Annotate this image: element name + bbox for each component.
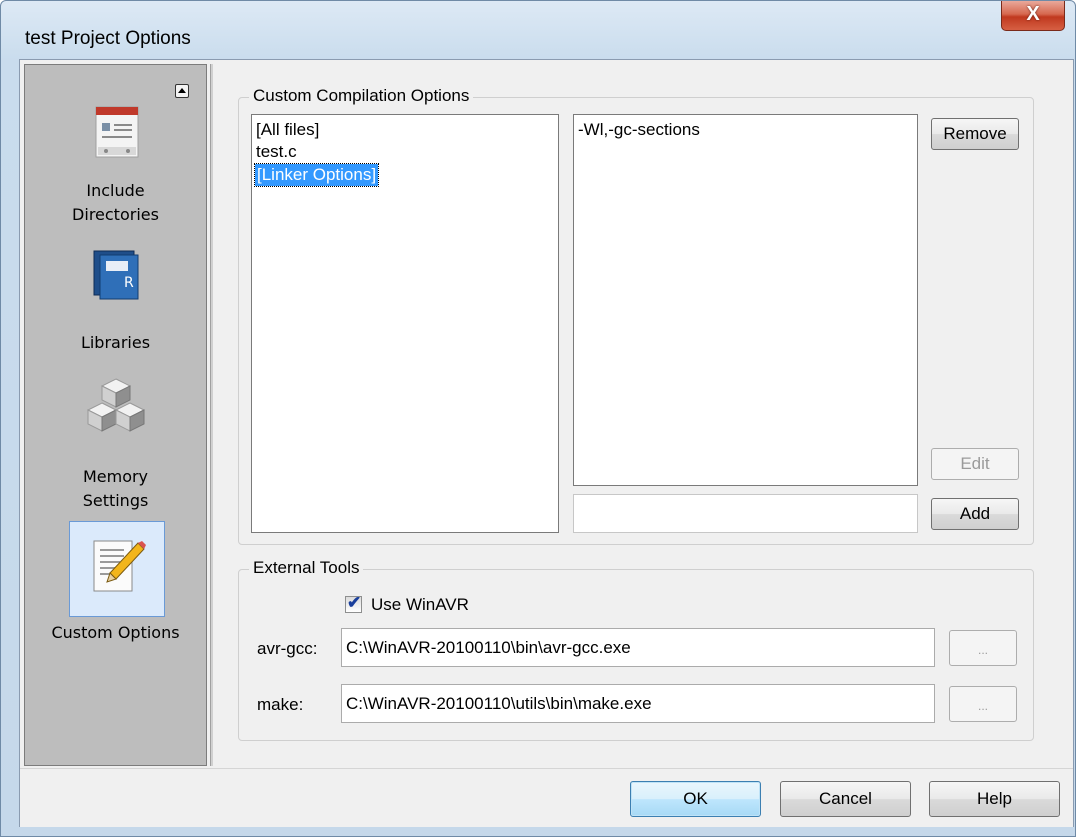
- list-item[interactable]: test.c: [256, 141, 297, 163]
- group-title: Custom Compilation Options: [249, 86, 474, 106]
- sidebar-item-label: Memory: [82, 467, 149, 486]
- svg-text:R: R: [124, 275, 134, 291]
- dialog-button-bar: OK Cancel Help: [20, 768, 1073, 827]
- sidebar-item-label: Libraries: [80, 333, 151, 352]
- list-item[interactable]: [All files]: [256, 119, 319, 141]
- add-button[interactable]: Add: [931, 498, 1019, 530]
- sidebar-item-memory-settings[interactable]: Memory Settings: [25, 367, 206, 517]
- new-option-input[interactable]: [573, 494, 918, 533]
- files-listbox[interactable]: [All files] test.c [Linker Options]: [251, 114, 559, 533]
- avr-gcc-label: avr-gcc:: [257, 639, 318, 658]
- cancel-button[interactable]: Cancel: [780, 781, 911, 817]
- dialog-client-area: Include Directories R Libraries Memory S…: [19, 59, 1074, 827]
- close-button[interactable]: X: [1001, 1, 1065, 31]
- category-sidebar: Include Directories R Libraries Memory S…: [24, 64, 207, 766]
- libraries-book-icon: R: [93, 250, 138, 300]
- project-options-window: test Project Options X Include Directori…: [0, 0, 1076, 837]
- options-listbox[interactable]: -Wl,-gc-sections: [573, 114, 918, 486]
- avr-gcc-browse-button[interactable]: ...: [949, 630, 1017, 666]
- edit-button[interactable]: Edit: [931, 448, 1019, 480]
- external-tools-group: External Tools ✔ Use WinAVR avr-gcc: C:\…: [238, 558, 1034, 741]
- use-winavr-label: Use WinAVR: [371, 595, 469, 614]
- avr-gcc-path-field[interactable]: C:\WinAVR-20100110\bin\avr-gcc.exe: [341, 628, 935, 667]
- sidebar-item-label: Include: [86, 181, 145, 200]
- custom-compilation-group: Custom Compilation Options [All files] t…: [238, 86, 1034, 545]
- ok-button[interactable]: OK: [630, 781, 761, 817]
- notepad-pencil-icon: [93, 540, 146, 592]
- sidebar-item-libraries[interactable]: R Libraries: [25, 235, 206, 355]
- make-browse-button[interactable]: ...: [949, 686, 1017, 722]
- make-label: make:: [257, 695, 304, 714]
- title-bar[interactable]: test Project Options X: [1, 1, 1075, 59]
- sidebar-item-include-directories[interactable]: Include Directories: [25, 95, 206, 225]
- remove-button[interactable]: Remove: [931, 118, 1019, 150]
- window-title: test Project Options: [25, 28, 191, 49]
- checkmark-icon: ✔: [347, 593, 362, 612]
- sidebar-item-label: Custom Options: [51, 623, 180, 642]
- sidebar-item-label: Settings: [82, 491, 149, 510]
- pane-divider: [210, 64, 213, 766]
- sidebar-item-label: Directories: [72, 205, 159, 224]
- close-icon: X: [1026, 3, 1040, 25]
- help-button[interactable]: Help: [929, 781, 1060, 817]
- list-item[interactable]: -Wl,-gc-sections: [578, 119, 700, 141]
- memory-cubes-icon: [86, 378, 145, 432]
- make-path-field[interactable]: C:\WinAVR-20100110\utils\bin\make.exe: [341, 684, 935, 723]
- include-directories-icon: [95, 106, 138, 158]
- sidebar-item-custom-options[interactable]: Custom Options: [25, 521, 206, 661]
- use-winavr-checkbox[interactable]: ✔: [345, 593, 362, 613]
- group-title: External Tools: [249, 558, 364, 578]
- list-item-selected[interactable]: [Linker Options]: [253, 163, 380, 187]
